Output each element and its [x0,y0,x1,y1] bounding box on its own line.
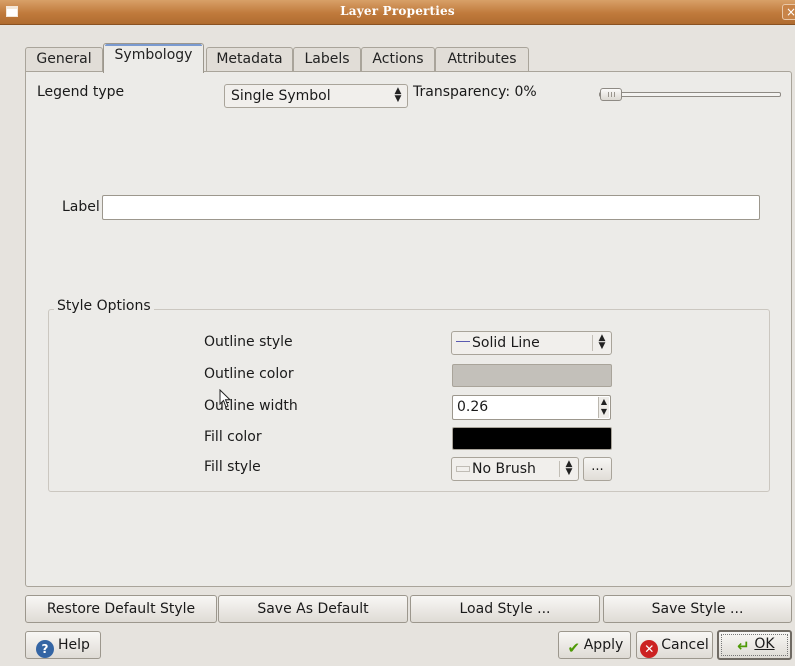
style-options-title: Style Options [54,298,154,314]
load-style-button[interactable]: Load Style ... [410,595,600,623]
fill-color-label: Fill color [204,429,262,445]
transparency-slider-track[interactable] [599,92,781,97]
spin-down-icon[interactable]: ▼ [599,407,609,417]
outline-width-spinbox[interactable]: 0.26 ▲ ▼ [452,395,611,420]
ok-button[interactable]: ↵ OK [717,630,792,660]
tab-actions[interactable]: Actions [361,47,435,72]
fill-style-value: No Brush [472,461,536,477]
save-style-button[interactable]: Save Style ... [603,595,792,623]
spin-buttons[interactable]: ▲ ▼ [598,397,609,418]
tab-symbology[interactable]: Symbology [103,43,204,74]
outline-style-combo[interactable]: Solid Line ▲ ▼ [451,331,612,355]
close-button[interactable]: × [782,4,795,20]
updown-arrow-icon: ▲ ▼ [394,86,402,104]
help-icon: ? [36,640,55,658]
save-as-default-button[interactable]: Save As Default [218,595,408,623]
apply-label: Apply [583,637,624,653]
title-bar: Layer Properties × [0,0,795,25]
updown-arrow-icon: ▲ ▼ [565,459,573,477]
mouse-cursor-icon [219,389,232,408]
transparency-slider-handle[interactable] [600,88,622,101]
label-label: Label [62,199,100,215]
outline-color-button[interactable] [452,364,612,387]
no-brush-icon [456,466,470,472]
restore-default-style-button[interactable]: Restore Default Style [25,595,217,623]
legend-type-value: Single Symbol [231,88,331,104]
ok-arrow-icon: ↵ [737,637,750,655]
ok-label: OK [754,636,775,652]
help-button[interactable]: ? Help [25,631,101,659]
cancel-label: Cancel [661,637,709,653]
label-input[interactable] [102,195,760,220]
solid-line-icon [456,341,470,342]
fill-style-label: Fill style [204,459,261,475]
outline-style-label: Outline style [204,334,293,350]
outline-width-value: 0.26 [457,399,489,415]
transparency-label: Transparency: 0% [413,84,537,100]
checkmark-icon: ✔ [567,639,581,657]
spin-up-icon[interactable]: ▲ [599,397,609,407]
window-title: Layer Properties [340,4,455,18]
style-options-group [48,309,770,492]
tab-general[interactable]: General [25,47,103,72]
updown-arrow-icon: ▲ ▼ [598,333,606,351]
ok-focus-frame: ↵ OK [721,634,788,656]
tab-labels[interactable]: Labels [293,47,361,72]
fill-color-button[interactable] [452,427,612,450]
cancel-icon: ✕ [640,640,659,658]
cancel-button[interactable]: ✕ Cancel [636,631,713,659]
help-label: Help [58,637,90,653]
apply-button[interactable]: ✔ Apply [558,631,631,659]
outline-color-label: Outline color [204,366,294,382]
tab-attributes[interactable]: Attributes [435,47,529,72]
legend-type-combo[interactable]: Single Symbol ▲ ▼ [224,84,408,108]
outline-style-value: Solid Line [472,335,540,351]
legend-type-label: Legend type [37,84,125,100]
tab-metadata[interactable]: Metadata [206,47,293,72]
fill-style-combo[interactable]: No Brush ▲ ▼ [451,457,579,481]
fill-style-more-button[interactable]: ... [583,457,612,481]
